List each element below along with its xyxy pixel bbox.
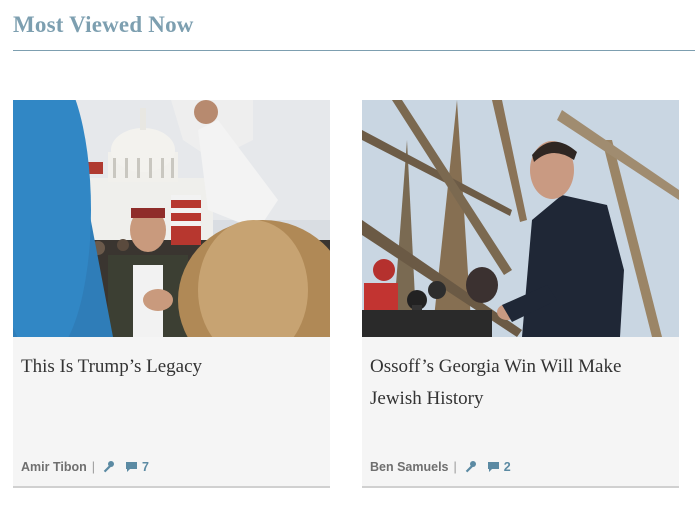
comment-icon (487, 461, 500, 473)
article-image[interactable] (362, 100, 679, 337)
section-title: Most Viewed Now (13, 12, 194, 37)
article-image[interactable] (13, 100, 330, 337)
meta-separator: | (453, 460, 457, 474)
comments-link[interactable]: 2 (487, 460, 511, 474)
author-name[interactable]: Amir Tibon (21, 460, 87, 474)
key-icon (463, 460, 477, 474)
article-headline[interactable]: This Is Trump’s Legacy (21, 351, 321, 383)
comment-icon (125, 461, 138, 473)
key-icon (101, 460, 115, 474)
comment-count: 7 (142, 460, 149, 474)
article-card[interactable]: Ossoff’s Georgia Win Will Make Jewish Hi… (362, 100, 679, 488)
article-headline[interactable]: Ossoff’s Georgia Win Will Make Jewish Hi… (370, 351, 670, 415)
most-viewed-section: Most Viewed Now This Is Trump’s Legacy A… (0, 0, 695, 510)
section-divider (13, 50, 695, 51)
article-meta: Amir Tibon | 7 (21, 459, 149, 475)
author-name[interactable]: Ben Samuels (370, 460, 449, 474)
comment-count: 2 (503, 460, 511, 474)
article-meta: Ben Samuels | 2 (370, 459, 511, 475)
meta-separator: | (91, 460, 95, 474)
article-card[interactable]: This Is Trump’s Legacy Amir Tibon | 7 (13, 100, 330, 488)
comments-link[interactable]: 7 (125, 460, 149, 474)
